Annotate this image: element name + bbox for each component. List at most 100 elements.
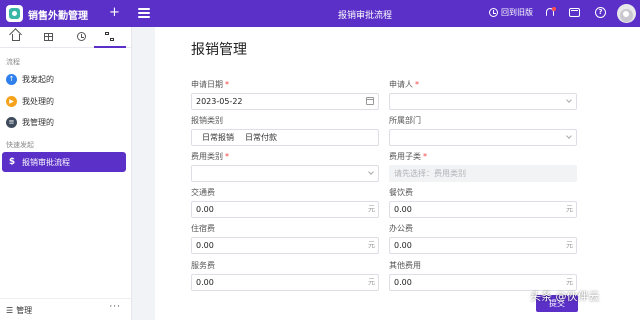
sidebar-item-handled[interactable]: ▶ 我处理的 [6,92,126,110]
app-title[interactable]: 销售外勤管理 [28,7,88,22]
transport-fee-input[interactable]: 0.00 元 [191,201,379,218]
cost-category-select[interactable] [191,165,379,182]
currency-unit: 元 [566,241,573,249]
currency-unit: 元 [368,241,375,249]
list-icon: ≡ [6,116,17,128]
clock-icon [77,32,86,41]
sidebar: 流程 ↑ 我发起的 ▶ 我处理的 ≡ 我管理的 快速发起 $ 报销审批流程 ☰ … [0,27,132,320]
return-old-version-button[interactable]: 回到旧版 [489,7,533,18]
chevron-down-icon [566,133,572,139]
cost-subcategory-field: 费用子类 * 请先选择：费用类别 [389,151,577,182]
cost-subcategory-select[interactable]: 请先选择：费用类别 [389,165,577,182]
inbox-icon[interactable] [569,8,580,17]
tab-workflow[interactable] [94,27,126,48]
calendar-icon[interactable] [366,97,374,105]
apply-date-label: 申请日期 [191,80,223,89]
department-label: 所属部门 [389,116,421,125]
transport-fee-label: 交通费 [191,188,215,197]
other-fee-label: 其他费用 [389,261,421,270]
sidebar-item-label: 我处理的 [22,96,54,106]
service-fee-input[interactable]: 0.00 元 [191,274,379,291]
sidebar-item-managed[interactable]: ≡ 我管理的 [6,113,126,131]
list-icon: ☰ [6,306,14,315]
meals-fee-input[interactable]: 0.00 元 [389,201,577,218]
other-fee-field: 其他费用 0.00 元 [389,260,577,291]
required-mark: * [225,80,229,89]
cost-subcategory-placeholder: 请先选择：费用类别 [394,169,466,178]
home-icon [12,34,20,41]
required-mark: * [415,80,419,89]
required-mark: * [225,152,229,161]
currency-unit: 元 [566,205,573,213]
lodging-fee-label: 住宿费 [191,224,215,233]
sidebar-footer: ☰ 管理 ··· [0,298,131,320]
meals-fee-label: 餐饮费 [389,188,413,197]
watermark: 头条 @伙伴云 [530,290,600,303]
office-fee-value: 0.00 [394,241,412,250]
applicant-field: 申请人 * [389,79,577,110]
table-icon [44,33,53,41]
section-label-flow: 流程 [6,58,20,66]
currency-unit: 元 [368,278,375,286]
lodging-fee-value: 0.00 [196,241,214,250]
help-icon[interactable]: ? [595,7,606,18]
tab-apps[interactable] [33,27,65,48]
expense-type-group: 日常报销 日常付款 [191,129,379,146]
play-icon: ▶ [6,95,17,107]
sidebar-item-label: 我发起的 [22,74,54,84]
expense-type-option-payment[interactable]: 日常付款 [241,130,281,145]
sidebar-item-initiated[interactable]: ↑ 我发起的 [6,70,126,88]
applicant-label: 申请人 [389,80,413,89]
sidebar-item-expense-flow[interactable]: $ 报销审批流程 [2,152,126,172]
applicant-select[interactable] [389,93,577,110]
workflow-icon [105,32,115,42]
meals-fee-field: 餐饮费 0.00 元 [389,187,577,218]
tab-home[interactable] [0,27,32,48]
chevron-down-icon [368,169,374,175]
department-select[interactable] [389,129,577,146]
more-icon[interactable]: ··· [109,302,121,312]
sidebar-tabs [0,27,131,48]
form-card: 报销管理 申请日期 * 2023-05-22 申请人 * 报销类别 日常报销 日常付… [155,27,640,320]
service-fee-label: 服务费 [191,261,215,270]
app-logo-icon[interactable] [6,5,23,22]
department-field: 所属部门 [389,115,577,146]
bell-icon[interactable] [545,7,556,18]
notification-dot [552,7,556,11]
service-fee-value: 0.00 [196,278,214,287]
section-label-quick: 快速发起 [6,141,34,149]
arrow-up-icon: ↑ [6,73,17,85]
office-fee-label: 办公费 [389,224,413,233]
expense-type-field: 报销类别 日常报销 日常付款 [191,115,379,146]
apply-date-field: 申请日期 * 2023-05-22 [191,79,379,110]
manage-label: 管理 [16,306,33,315]
page-title: 报销审批流程 [337,11,392,21]
lodging-fee-field: 住宿费 0.00 元 [191,223,379,254]
sidebar-item-label: 报销审批流程 [22,157,70,167]
cost-subcategory-label: 费用子类 [389,152,421,161]
currency-unit: 元 [368,205,375,213]
history-icon [489,8,498,17]
manage-button[interactable]: ☰ 管理 [6,305,32,316]
menu-icon[interactable] [138,8,150,18]
apply-date-input[interactable]: 2023-05-22 [191,93,379,110]
add-icon[interactable]: + [109,4,120,21]
transport-fee-value: 0.00 [196,205,214,214]
lodging-fee-input[interactable]: 0.00 元 [191,237,379,254]
expense-type-label: 报销类别 [191,116,223,125]
required-mark: * [423,152,427,161]
cost-category-field: 费用类别 * [191,151,379,182]
apply-date-value: 2023-05-22 [196,97,243,106]
transport-fee-field: 交通费 0.00 元 [191,187,379,218]
other-fee-value: 0.00 [394,278,412,287]
form-title: 报销管理 [191,42,247,58]
expense-type-option-daily[interactable]: 日常报销 [198,130,238,145]
top-bar: 销售外勤管理 + 报销审批流程 回到旧版 ? [0,0,640,27]
office-fee-field: 办公费 0.00 元 [389,223,577,254]
chevron-down-icon [566,97,572,103]
return-old-version-label: 回到旧版 [501,8,533,17]
cost-category-label: 费用类别 [191,152,223,161]
avatar[interactable] [617,4,636,23]
dollar-icon: $ [8,157,16,167]
office-fee-input[interactable]: 0.00 元 [389,237,577,254]
